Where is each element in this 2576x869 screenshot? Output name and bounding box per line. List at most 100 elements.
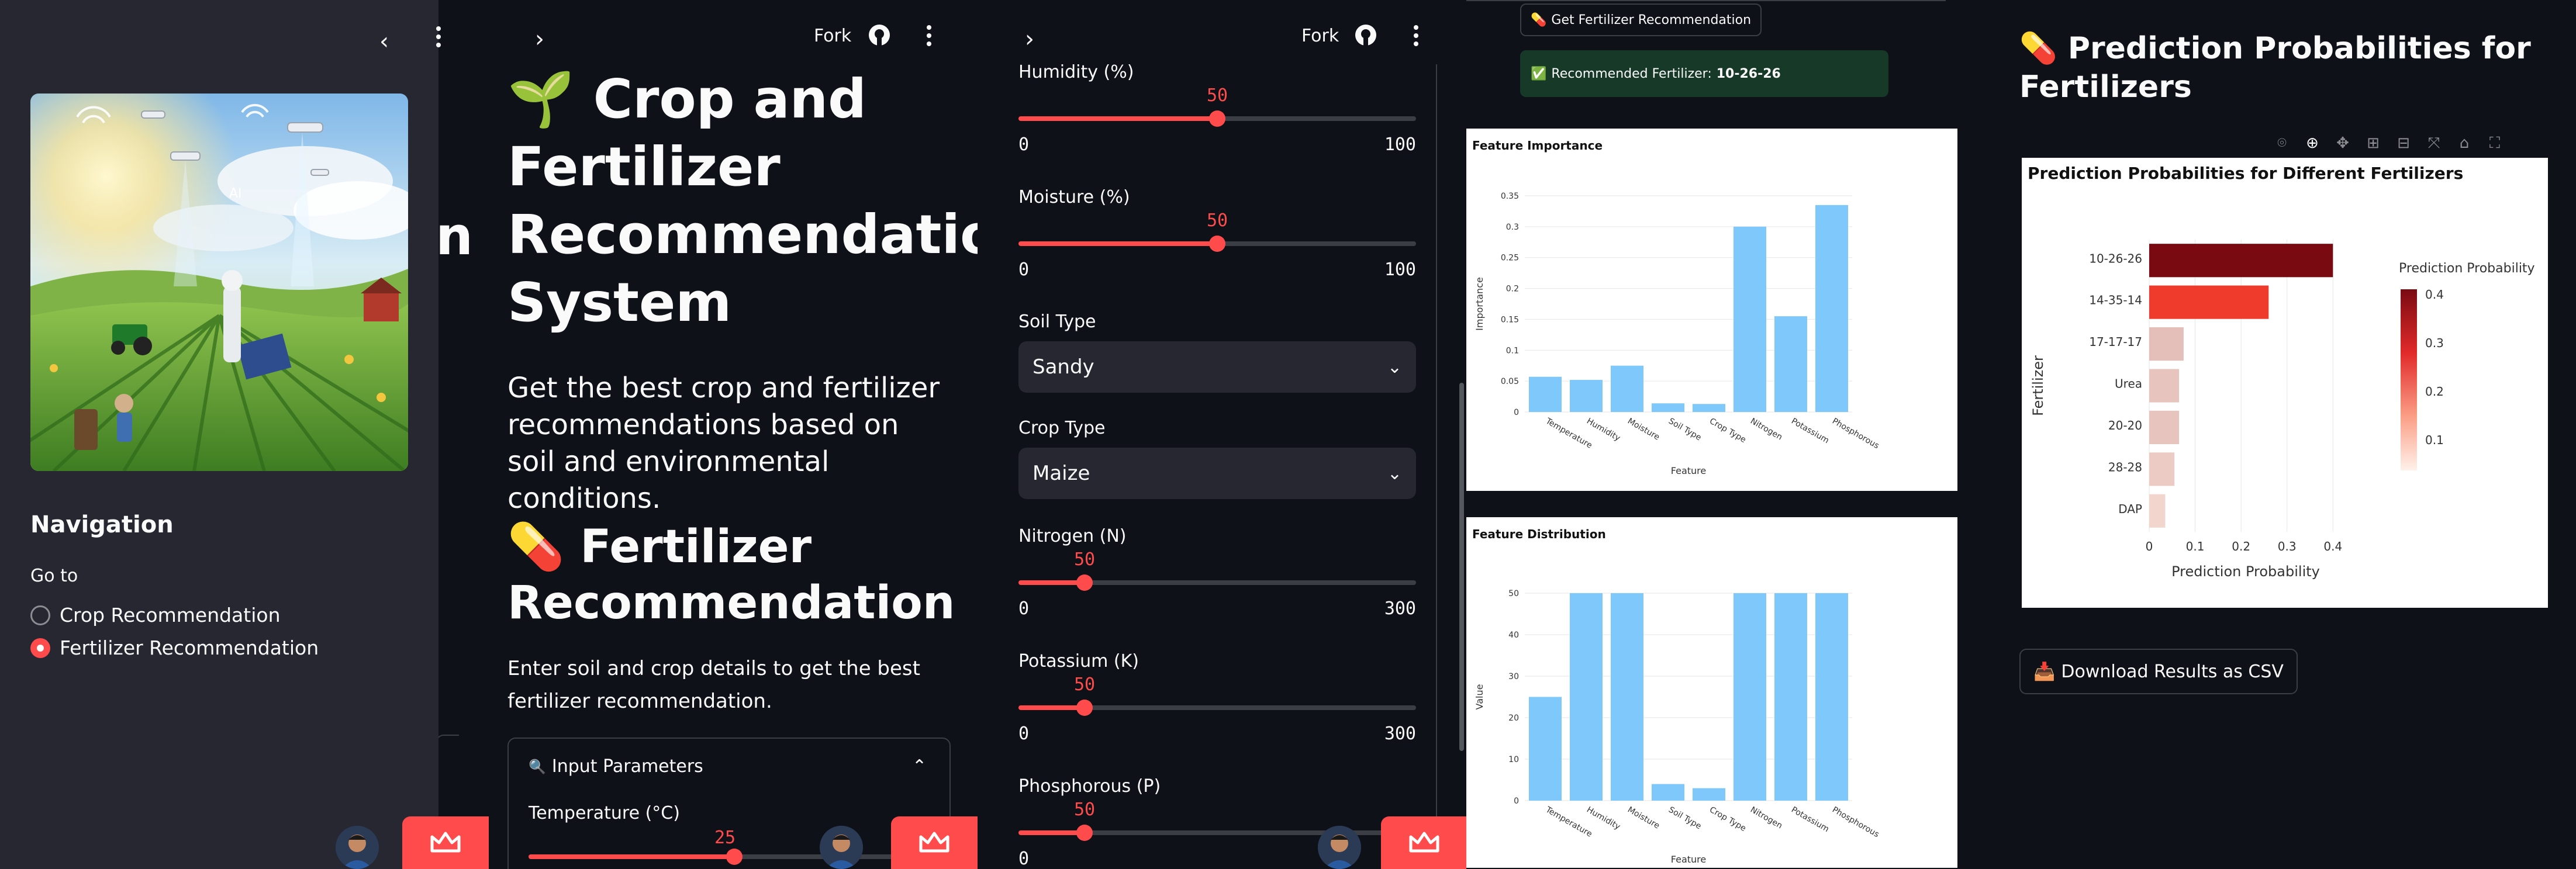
bar — [1693, 404, 1725, 412]
crop-type-select[interactable]: Maize ⌄ — [1018, 448, 1416, 499]
slider-thumb[interactable] — [1076, 574, 1093, 591]
soil-type-select[interactable]: Sandy ⌄ — [1018, 341, 1416, 393]
bar — [1734, 226, 1766, 412]
slider-thumb[interactable] — [1209, 236, 1225, 252]
slider-value: 50 — [1073, 549, 1096, 570]
humidity-slider[interactable]: Humidity (%) 50 0 100 — [1018, 62, 1416, 155]
home-icon[interactable]: ⌂ — [2456, 134, 2473, 152]
pan-icon[interactable]: ✥ — [2334, 134, 2351, 152]
x-axis-label: Prediction Probability — [2171, 563, 2320, 580]
x-axis-label: Feature — [1671, 854, 1706, 865]
streamlit-crown-button[interactable] — [402, 816, 489, 869]
slider-track[interactable] — [1018, 700, 1416, 716]
chevron-down-icon: ⌄ — [1387, 463, 1402, 484]
temperature-slider-fill — [529, 854, 734, 859]
y-tick-label: 40 — [1508, 631, 1519, 640]
slider-value: 50 — [1073, 799, 1096, 820]
slider-thumb[interactable] — [1076, 825, 1093, 841]
panel-main-inputs: › Fork Humidity (%) 50 0 100 Moisture (%… — [978, 0, 1466, 869]
fork-label[interactable]: Fork — [1301, 26, 1339, 46]
slider-thumb[interactable] — [1076, 700, 1093, 716]
y-tick-label: Urea — [2115, 377, 2142, 391]
chevron-left-icon: ‹ — [379, 28, 389, 55]
moisture-slider[interactable]: Moisture (%) 50 0 100 — [1018, 187, 1416, 280]
section-description: Enter soil and crop details to get the b… — [507, 657, 920, 713]
chart-background — [1466, 129, 1957, 491]
pill-icon: 💊 — [1531, 12, 1547, 27]
streamlit-crown-button[interactable] — [1381, 816, 1466, 869]
slider-min: 0 — [1018, 598, 1030, 619]
slider-min: 0 — [1018, 259, 1030, 280]
github-icon[interactable] — [1354, 23, 1377, 49]
slider-track[interactable] — [1018, 110, 1416, 127]
slider-fill — [1018, 705, 1085, 710]
radio-fertilizer-recommendation[interactable]: Fertilizer Recommendation — [30, 636, 319, 659]
y-tick-label: 50 — [1508, 589, 1519, 598]
radio-crop-recommendation[interactable]: Crop Recommendation — [30, 604, 281, 626]
avatar[interactable] — [336, 826, 379, 869]
check-icon: ✅ — [1531, 66, 1547, 81]
soil-type-label: Soil Type — [1018, 311, 1096, 332]
github-icon[interactable] — [868, 23, 891, 49]
bar — [1815, 205, 1848, 412]
more-menu-icon[interactable] — [1407, 21, 1425, 50]
slider-track[interactable] — [1018, 574, 1416, 591]
bar — [1652, 403, 1684, 412]
radio-circle[interactable] — [30, 605, 50, 625]
potassium-slider[interactable]: Potassium (K) 50 0 300 — [1018, 651, 1416, 744]
zoom-in-icon[interactable]: ⊞ — [2364, 134, 2382, 152]
fork-label[interactable]: Fork — [814, 26, 851, 46]
crown-icon — [919, 832, 949, 853]
collapse-sidebar-button[interactable]: ‹ — [370, 27, 399, 56]
bar — [1652, 784, 1684, 801]
slider-value: 50 — [1206, 85, 1228, 106]
phosphorous-slider[interactable]: Phosphorous (P) 50 0 — [1018, 776, 1416, 869]
y-tick-label: 0.15 — [1501, 315, 1519, 324]
streamlit-crown-button[interactable] — [891, 816, 978, 869]
camera-icon[interactable]: ⌾ — [2273, 134, 2291, 152]
slider-track[interactable] — [1018, 236, 1416, 252]
expand-sidebar-button[interactable]: › — [525, 25, 554, 54]
download-csv-button[interactable]: 📥 Download Results as CSV — [2019, 649, 2298, 694]
scrollbar[interactable] — [1459, 383, 1464, 751]
y-tick-label: 17-17-17 — [2089, 335, 2142, 349]
expander-header[interactable]: 🔍 Input Parameters — [529, 756, 703, 777]
chevron-down-icon: ⌄ — [1387, 356, 1402, 378]
avatar[interactable] — [820, 826, 863, 869]
avatar[interactable] — [1318, 826, 1361, 869]
nitrogen-slider[interactable]: Nitrogen (N) 50 0 300 — [1018, 526, 1416, 619]
navigation-title: Navigation — [30, 511, 174, 538]
bar — [2149, 410, 2180, 444]
y-tick-label: 0 — [1514, 797, 1519, 806]
fullscreen-icon[interactable]: ⛶ — [2486, 134, 2504, 152]
slider-fill — [1018, 830, 1085, 835]
slider-label: Humidity (%) — [1018, 62, 1134, 82]
zoom-out-icon[interactable]: ⊟ — [2395, 134, 2412, 152]
slider-label: Potassium (K) — [1018, 651, 1139, 671]
autoscale-icon[interactable]: ⤧ — [2425, 134, 2443, 152]
temperature-slider-thumb[interactable] — [726, 849, 743, 865]
slider-thumb[interactable] — [1209, 110, 1225, 127]
hero-ai-label: AI — [229, 186, 242, 201]
panel-probabilities: 💊 Prediction Probabilities for Fertilize… — [1963, 0, 2576, 869]
x-tick-label: 0.1 — [2186, 539, 2205, 553]
slider-value: 50 — [1073, 674, 1096, 695]
y-tick-label: DAP — [2118, 502, 2142, 516]
bar — [2149, 494, 2166, 528]
y-tick-label: 0.25 — [1501, 254, 1519, 263]
radio-circle-selected[interactable] — [30, 638, 50, 658]
more-menu-icon[interactable] — [920, 21, 938, 50]
temperature-slider-track[interactable] — [529, 849, 932, 865]
more-menu-icon[interactable] — [430, 22, 447, 51]
get-recommendation-button[interactable]: 💊 Get Fertilizer Recommendation — [1520, 4, 1762, 36]
chevron-up-icon[interactable]: ⌃ — [912, 756, 927, 777]
sidebar: ‹ AI Navigation Go to Crop Recommendatio… — [0, 0, 441, 869]
bar — [2149, 327, 2184, 361]
slider-min: 0 — [1018, 849, 1030, 869]
y-tick-label: 30 — [1508, 672, 1519, 681]
expand-sidebar-button[interactable]: › — [1015, 25, 1044, 54]
zoom-icon[interactable]: ⊕ — [2304, 134, 2321, 152]
colorbar-tick-label: 0.4 — [2425, 288, 2444, 302]
x-tick-label: 0.2 — [2232, 539, 2250, 553]
input-parameters-expander[interactable]: 🔍 Input Parameters ⌃ Temperature (°C) 25 — [507, 738, 951, 869]
